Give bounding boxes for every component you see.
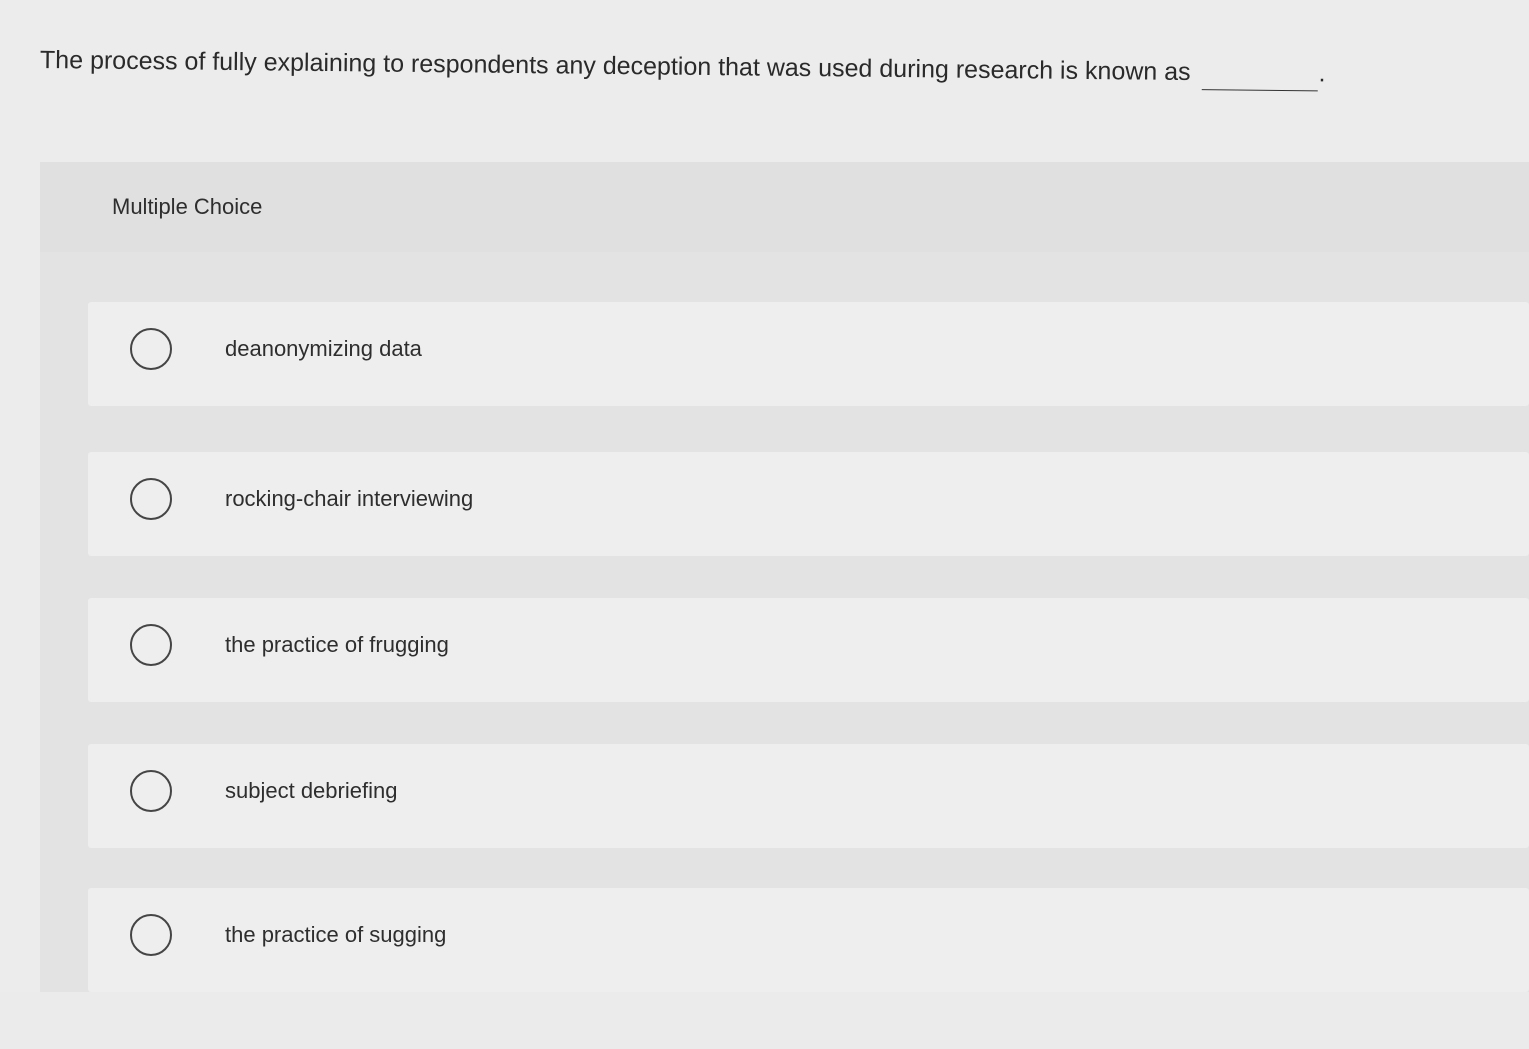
option-rocking-chair-interviewing[interactable]: rocking-chair interviewing [88, 452, 1529, 556]
radio-button[interactable] [130, 770, 172, 812]
page-footer-area [0, 992, 1529, 1049]
option-practice-of-frugging[interactable]: the practice of frugging [88, 598, 1529, 702]
option-label: rocking-chair interviewing [225, 486, 474, 511]
multiple-choice-panel: Multiple Choice deanonymizing data rocki… [40, 162, 1529, 992]
option-deanonymizing-data[interactable]: deanonymizing data [88, 302, 1529, 406]
option-label: subject debriefing [225, 778, 398, 803]
radio-button[interactable] [130, 478, 172, 520]
answer-blank [1201, 63, 1318, 92]
radio-button[interactable] [130, 328, 172, 370]
multiple-choice-header: Multiple Choice [40, 162, 1529, 252]
question-period: . [1318, 59, 1326, 88]
question-prompt: The process of fully explaining to respo… [40, 42, 1480, 93]
question-text: The process of fully explaining to respo… [39, 46, 1191, 87]
option-practice-of-sugging[interactable]: the practice of sugging [88, 888, 1529, 992]
multiple-choice-title: Multiple Choice [112, 194, 263, 219]
radio-button[interactable] [130, 914, 172, 956]
option-subject-debriefing[interactable]: subject debriefing [88, 744, 1529, 848]
option-label: the practice of frugging [225, 632, 449, 657]
option-label: deanonymizing data [225, 336, 422, 361]
option-label: the practice of sugging [225, 922, 447, 947]
radio-button[interactable] [130, 624, 172, 666]
